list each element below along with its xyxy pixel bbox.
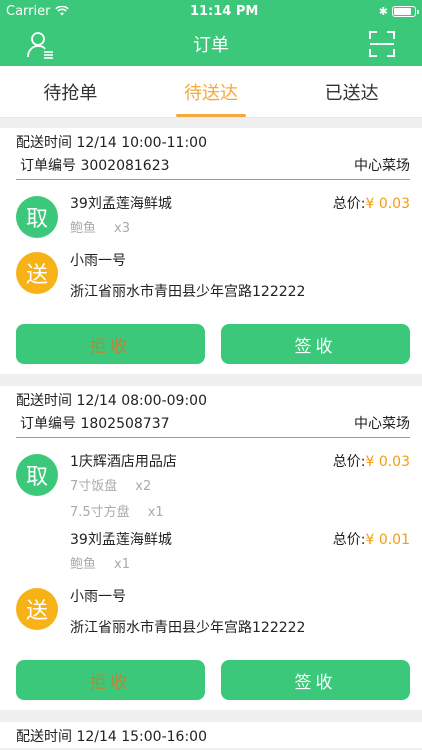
delivery-address: 浙江省丽水市青田县少年宫路122222 [70,284,306,300]
shop-name: 39刘孟莲海鲜城 [70,532,172,548]
deliver-badge: 送 [16,588,58,630]
market-name: 中心菜场 [354,158,410,174]
total-price-label: 总价: [332,532,366,548]
sign-button[interactable]: 签收 [221,660,410,700]
recipient-name: 小雨一号 [70,589,126,605]
orders-page: Carrier 11:14 PM ✱ 订单 待抢单 待送达 已送达 配送时间 1… [0,0,422,750]
reject-button[interactable]: 拒收 [16,324,205,364]
delivery-time: 配送时间 12/14 08:00-09:00 [16,393,207,409]
tab-pending-delivery[interactable]: 待送达 [141,66,282,117]
clock: 11:14 PM [189,3,259,19]
shop-name: 39刘孟莲海鲜城 [70,196,172,212]
order-card: 配送时间 12/14 08:00-09:00 订单编号 1802508737 中… [0,386,422,710]
deliver-stop: 送 小雨一号 浙江省丽水市青田县少年宫路122222 [16,246,410,308]
market-name: 中心菜场 [354,416,410,432]
order-card: 配送时间 12/14 10:00-11:00 订单编号 3002081623 中… [0,128,422,374]
list-item: 7.5寸方盘 x1 [70,505,164,520]
status-bar: Carrier 11:14 PM ✱ [0,0,422,22]
battery-level [394,7,411,15]
tab-pending-grab[interactable]: 待抢单 [0,66,141,117]
order-tabs: 待抢单 待送达 已送达 [0,66,422,118]
order-card: 配送时间 12/14 15:00-16:00 [0,722,422,748]
wifi-icon [55,6,70,16]
user-list-icon[interactable] [26,30,56,60]
pickup-stop: 取 1庆辉酒店用品店 总价:¥ 0.03 7寸饭盘 x2 7.5寸方盘 x1 3… [16,448,410,578]
list-item: 鲍鱼 x3 [70,221,130,236]
order-list: 配送时间 12/14 10:00-11:00 订单编号 3002081623 中… [0,118,422,748]
deliver-badge: 送 [16,252,58,294]
total-price-label: 总价: [332,196,366,212]
delivery-address: 浙江省丽水市青田县少年宫路122222 [70,620,306,636]
order-number: 订单编号 1802508737 [20,416,170,432]
list-item: 鲍鱼 x1 [70,557,130,572]
pickup-badge: 取 [16,454,58,496]
total-price: ¥ 0.03 [365,196,410,212]
reject-button[interactable]: 拒收 [16,660,205,700]
delivery-time: 配送时间 12/14 15:00-16:00 [16,729,207,745]
battery-icon [392,5,419,17]
total-price-label: 总价: [332,454,366,470]
page-title: 订单 [193,35,229,56]
total-price: ¥ 0.01 [365,532,410,548]
pickup-badge: 取 [16,196,58,238]
bluetooth-icon: ✱ [378,4,388,18]
scan-icon[interactable] [368,30,396,58]
shop-name: 1庆辉酒店用品店 [70,454,177,470]
order-number: 订单编号 3002081623 [20,158,170,174]
deliver-stop: 送 小雨一号 浙江省丽水市青田县少年宫路122222 [16,582,410,644]
carrier-label: Carrier [6,3,51,19]
total-price: ¥ 0.03 [365,454,410,470]
recipient-name: 小雨一号 [70,253,126,269]
delivery-time: 配送时间 12/14 10:00-11:00 [16,135,207,151]
list-item: 7寸饭盘 x2 [70,479,152,494]
pickup-stop: 取 39刘孟莲海鲜城 总价:¥ 0.03 鲍鱼 x3 [16,190,410,242]
sign-button[interactable]: 签收 [221,324,410,364]
tab-delivered[interactable]: 已送达 [281,66,422,117]
nav-bar: 订单 [0,22,422,66]
app-header: Carrier 11:14 PM ✱ 订单 [0,0,422,66]
